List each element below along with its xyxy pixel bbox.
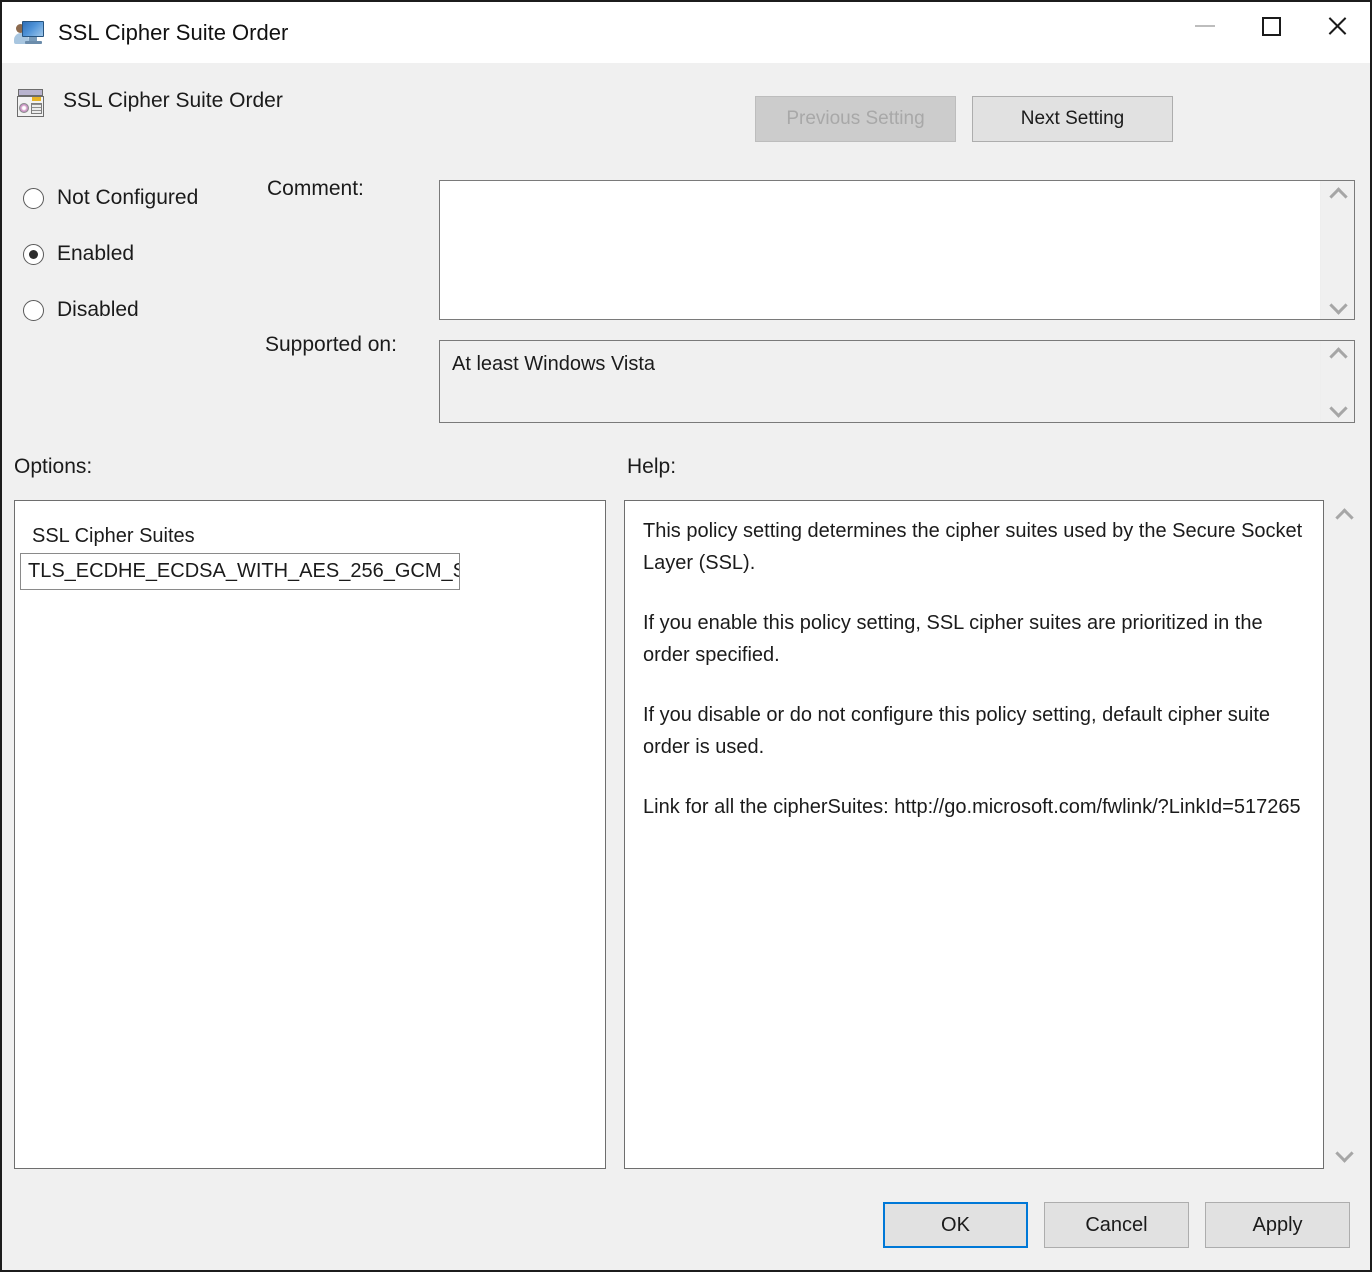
next-setting-button[interactable]: Next Setting [972, 96, 1173, 142]
maximize-button[interactable] [1238, 2, 1304, 50]
close-icon [1326, 15, 1348, 37]
supported-on-textbox: At least Windows Vista [439, 340, 1355, 423]
minimize-icon [1195, 25, 1215, 27]
chevron-up-icon[interactable] [1330, 187, 1345, 202]
supported-on-scrollbar[interactable] [1320, 341, 1354, 422]
radio-enabled-indicator [23, 244, 44, 265]
ssl-cipher-suite-order-dialog: SSL Cipher Suite Order SSL Cipher Suite … [0, 0, 1372, 1272]
dialog-body: SSL Cipher Suite Order Previous Setting … [2, 63, 1370, 1270]
radio-disabled-label: Disabled [57, 298, 139, 322]
ok-button[interactable]: OK [883, 1202, 1028, 1248]
chevron-down-icon[interactable] [1330, 401, 1345, 416]
radio-not-configured-label: Not Configured [57, 186, 198, 210]
ssl-cipher-suites-label: SSL Cipher Suites [32, 525, 195, 548]
chevron-down-icon[interactable] [1330, 298, 1345, 313]
minimize-button[interactable] [1172, 2, 1238, 50]
window-title: SSL Cipher Suite Order [58, 20, 288, 46]
supported-on-label: Supported on: [265, 333, 397, 357]
supported-on-value: At least Windows Vista [440, 341, 1320, 422]
radio-disabled[interactable]: Disabled [23, 298, 139, 322]
radio-enabled-label: Enabled [57, 242, 134, 266]
options-section-label: Options: [14, 455, 92, 479]
help-scrollbar[interactable] [1326, 500, 1360, 1169]
radio-enabled[interactable]: Enabled [23, 242, 134, 266]
maximize-icon [1262, 17, 1281, 36]
help-paragraph: This policy setting determines the ciphe… [643, 515, 1305, 579]
options-panel: SSL Cipher Suites TLS_ECDHE_ECDSA_WITH_A… [14, 500, 606, 1169]
comment-input[interactable] [440, 181, 1320, 319]
help-paragraph: If you enable this policy setting, SSL c… [643, 607, 1305, 671]
caption-buttons [1172, 2, 1370, 50]
close-button[interactable] [1304, 2, 1370, 50]
help-section-label: Help: [627, 455, 676, 479]
apply-button[interactable]: Apply [1205, 1202, 1350, 1248]
chevron-down-icon[interactable] [1336, 1146, 1351, 1161]
chevron-up-icon[interactable] [1336, 508, 1351, 523]
chevron-up-icon[interactable] [1330, 347, 1345, 362]
help-panel: This policy setting determines the ciphe… [624, 500, 1324, 1169]
previous-setting-button[interactable]: Previous Setting [755, 96, 956, 142]
group-policy-setting-icon [16, 88, 46, 118]
ssl-cipher-suites-input[interactable]: TLS_ECDHE_ECDSA_WITH_AES_256_GCM_S [20, 553, 460, 590]
help-paragraph: If you disable or do not configure this … [643, 699, 1305, 763]
radio-disabled-indicator [23, 300, 44, 321]
help-paragraph: Link for all the cipherSuites: http://go… [643, 791, 1305, 823]
radio-not-configured[interactable]: Not Configured [23, 186, 198, 210]
comment-scrollbar[interactable] [1320, 181, 1354, 319]
radio-not-configured-indicator [23, 188, 44, 209]
policy-setting-title: SSL Cipher Suite Order [63, 89, 283, 113]
cancel-button[interactable]: Cancel [1044, 1202, 1189, 1248]
title-bar: SSL Cipher Suite Order [2, 2, 1370, 63]
computer-user-icon [14, 17, 46, 49]
comment-label: Comment: [267, 177, 364, 201]
comment-textbox[interactable] [439, 180, 1355, 320]
